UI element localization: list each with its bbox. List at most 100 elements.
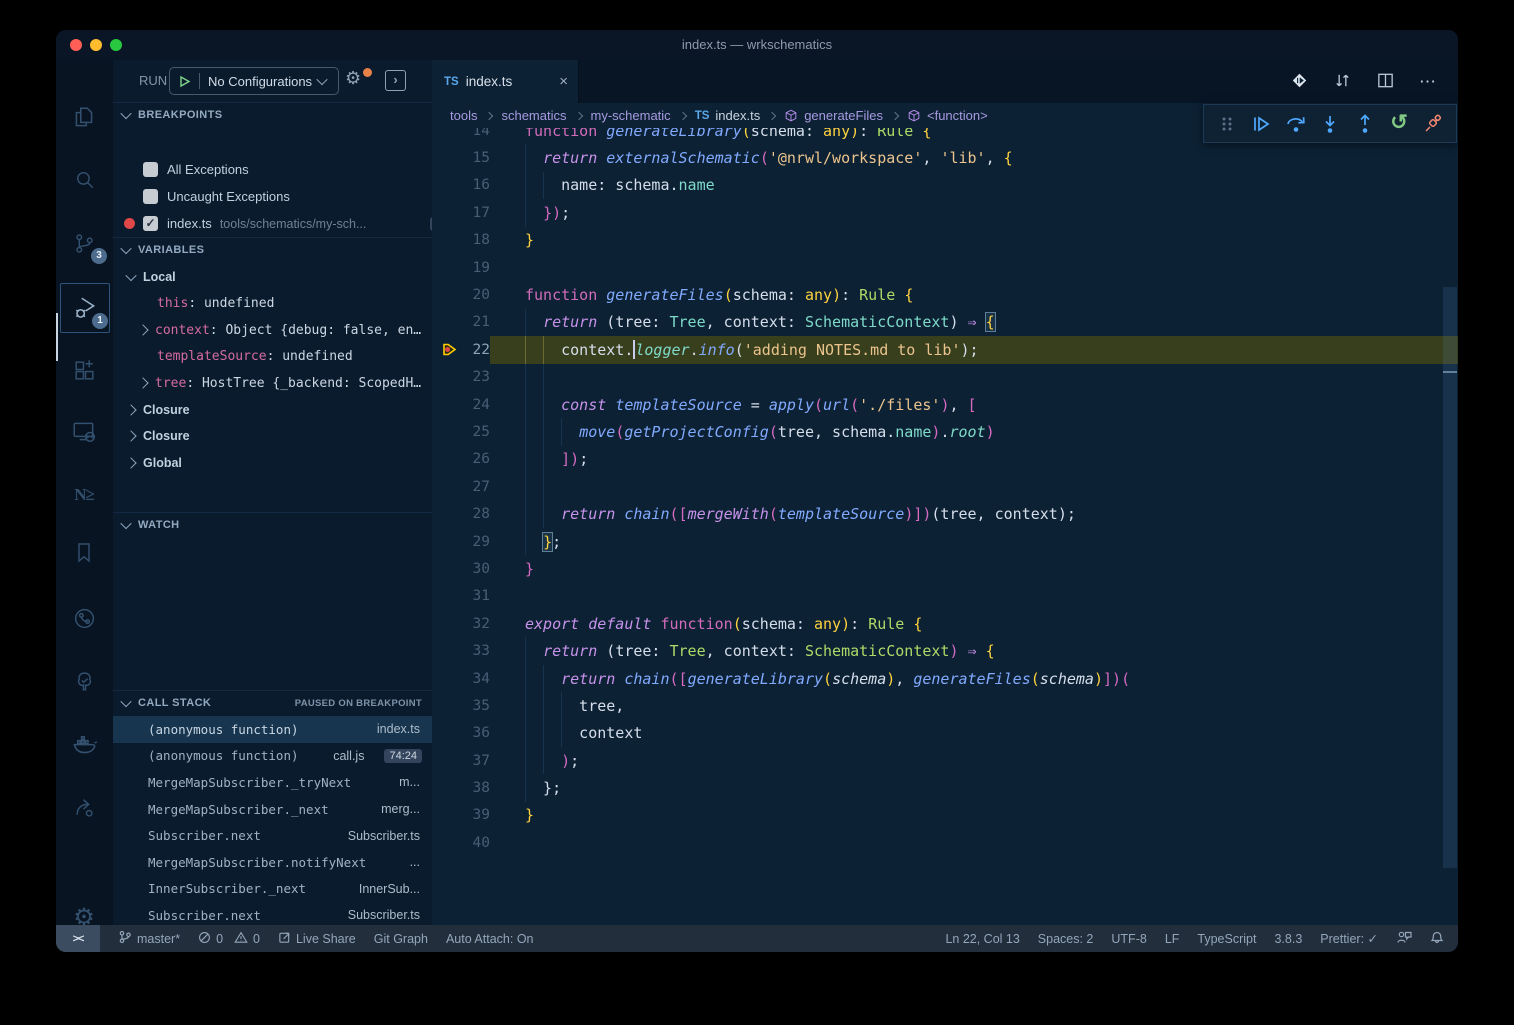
status-ts-version[interactable]: 3.8.3	[1274, 932, 1302, 946]
line-number[interactable]: 36	[432, 725, 490, 741]
more-actions-icon[interactable]: ⋯	[1419, 73, 1436, 90]
line-number[interactable]: 27	[432, 479, 490, 495]
line-number[interactable]: 14	[432, 128, 490, 139]
activity-git-graph-icon[interactable]	[60, 594, 108, 642]
code-line[interactable]: 36 context	[432, 720, 1458, 747]
code-line[interactable]: 20function generateFiles(schema: any): R…	[432, 281, 1458, 308]
breadcrumb-item-myschematic[interactable]: my-schematic	[591, 108, 671, 123]
line-number[interactable]: 39	[432, 807, 490, 823]
code-line[interactable]: 39}	[432, 802, 1458, 829]
breakpoint-checkbox[interactable]: ✓	[143, 216, 158, 231]
call-stack-frame[interactable]: (anonymous function)index.ts	[113, 716, 432, 743]
breakpoint-row[interactable]: Uncaught Exceptions	[113, 183, 462, 210]
activity-search-icon[interactable]	[60, 156, 108, 204]
compare-changes-icon[interactable]	[1333, 71, 1352, 93]
call-stack-section-header[interactable]: CALL STACK PAUSED ON BREAKPOINT	[113, 690, 432, 715]
code-line[interactable]: 32export default function(schema: any): …	[432, 610, 1458, 637]
step-out-button[interactable]	[1353, 112, 1377, 136]
breakpoint-row[interactable]: ✓index.tstools/schematics/my-sch...22	[113, 210, 462, 237]
breadcrumb-item-generatefiles[interactable]: generateFiles	[784, 108, 883, 123]
chevron-right-icon[interactable]	[125, 457, 136, 468]
activity-extensions-icon[interactable]	[60, 346, 108, 394]
code-line[interactable]: 34 return chain([generateLibrary(schema)…	[432, 665, 1458, 692]
disconnect-button[interactable]	[1422, 112, 1446, 136]
variables-scope-row[interactable]: Closure	[113, 423, 446, 450]
line-number[interactable]: 19	[432, 260, 490, 276]
code-line[interactable]: 26 ]);	[432, 446, 1458, 473]
line-number[interactable]: 20	[432, 287, 490, 303]
activity-explorer-icon[interactable]	[60, 94, 108, 142]
variables-section-header[interactable]: VARIABLES	[113, 237, 432, 262]
activity-docker-icon[interactable]	[60, 719, 108, 767]
line-number[interactable]: 16	[432, 177, 490, 193]
code-line[interactable]: 40	[432, 829, 1458, 856]
status-auto-attach[interactable]: Auto Attach: On	[446, 932, 534, 946]
status-notifications[interactable]	[1430, 930, 1444, 948]
chevron-right-icon[interactable]	[125, 431, 136, 442]
code-line[interactable]: 25 move(getProjectConfig(tree, schema.na…	[432, 418, 1458, 445]
line-number[interactable]: 24	[432, 397, 490, 413]
line-number[interactable]: 28	[432, 506, 490, 522]
status-branch[interactable]: master*	[118, 930, 180, 947]
status-indentation[interactable]: Spaces: 2	[1038, 932, 1094, 946]
variable-row[interactable]: context: Object {debug: false, en…	[113, 317, 458, 344]
status-encoding[interactable]: UTF-8	[1111, 932, 1146, 946]
status-cursor-position[interactable]: Ln 22, Col 13	[945, 932, 1019, 946]
activity-test-explorer-icon[interactable]	[60, 658, 108, 706]
call-stack-frame[interactable]: InnerSubscriber._nextInnerSub...	[113, 876, 432, 903]
call-stack-frame[interactable]: (anonymous function)call.js74:24	[113, 743, 432, 770]
code-line[interactable]: 27	[432, 473, 1458, 500]
code-line[interactable]: 28 return chain([mergeWith(templateSourc…	[432, 500, 1458, 527]
code-line[interactable]: 31	[432, 583, 1458, 610]
chevron-right-icon[interactable]	[137, 325, 148, 336]
chevron-down-icon[interactable]	[125, 270, 136, 281]
code-line[interactable]: 15 return externalSchematic('@nrwl/works…	[432, 144, 1458, 171]
status-language-mode[interactable]: TypeScript	[1197, 932, 1256, 946]
breadcrumb-item-function[interactable]: <function>	[907, 108, 988, 123]
variables-scope-row[interactable]: Local	[113, 264, 446, 291]
activity-source-control-icon[interactable]: 3	[60, 219, 108, 267]
line-number[interactable]: 32	[432, 616, 490, 632]
paused-breakpoint-icon[interactable]	[441, 341, 458, 358]
line-number[interactable]: 34	[432, 671, 490, 687]
step-over-button[interactable]	[1284, 112, 1308, 136]
code-line[interactable]: 30}	[432, 555, 1458, 582]
status-eol[interactable]: LF	[1165, 932, 1180, 946]
variable-row[interactable]: templateSource: undefined	[113, 344, 476, 371]
launch-configuration-dropdown[interactable]: No Configurations	[169, 67, 339, 95]
activity-nx-console-icon[interactable]: N≥	[60, 471, 108, 519]
tab-index-ts[interactable]: TS index.ts ×	[432, 60, 579, 103]
line-number[interactable]: 33	[432, 643, 490, 659]
code-editor[interactable]: 14function generateLibrary(schema: any):…	[432, 128, 1458, 925]
code-line[interactable]: 18}	[432, 227, 1458, 254]
breadcrumb-item-schematics[interactable]: schematics	[501, 108, 566, 123]
line-number[interactable]: 26	[432, 451, 490, 467]
split-editor-icon[interactable]	[1376, 71, 1395, 93]
line-number[interactable]: 18	[432, 232, 490, 248]
toolbar-drag-handle[interactable]	[1215, 112, 1239, 136]
status-git-graph[interactable]: Git Graph	[374, 932, 428, 946]
line-number[interactable]: 21	[432, 314, 490, 330]
code-line[interactable]: 17 });	[432, 199, 1458, 226]
code-line[interactable]: 33 return (tree: Tree, context: Schemati…	[432, 637, 1458, 664]
breakpoints-section-header[interactable]: BREAKPOINTS	[113, 102, 432, 127]
code-line[interactable]: 29 };	[432, 528, 1458, 555]
call-stack-frame[interactable]: MergeMapSubscriber._nextmerg...	[113, 796, 432, 823]
call-stack-frame[interactable]: MergeMapSubscriber.notifyNext...	[113, 849, 432, 876]
line-number[interactable]: 31	[432, 588, 490, 604]
breadcrumb-item-indexts[interactable]: TSindex.ts	[695, 108, 761, 123]
scrollbar[interactable]	[1443, 287, 1457, 868]
breakpoint-row[interactable]: All Exceptions	[113, 156, 462, 183]
code-line[interactable]: 24 const templateSource = apply(url('./f…	[432, 391, 1458, 418]
continue-button[interactable]	[1249, 112, 1273, 136]
line-number[interactable]: 29	[432, 534, 490, 550]
code-line[interactable]: 19	[432, 254, 1458, 281]
code-line[interactable]: 23	[432, 364, 1458, 391]
code-line[interactable]: 38 };	[432, 774, 1458, 801]
line-number[interactable]: 25	[432, 424, 490, 440]
breakpoint-checkbox[interactable]	[143, 162, 158, 177]
chevron-right-icon[interactable]	[125, 404, 136, 415]
restart-button[interactable]: ↺	[1387, 112, 1411, 136]
call-stack-frame[interactable]: Subscriber.nextSubscriber.ts	[113, 822, 432, 849]
line-number[interactable]: 35	[432, 698, 490, 714]
